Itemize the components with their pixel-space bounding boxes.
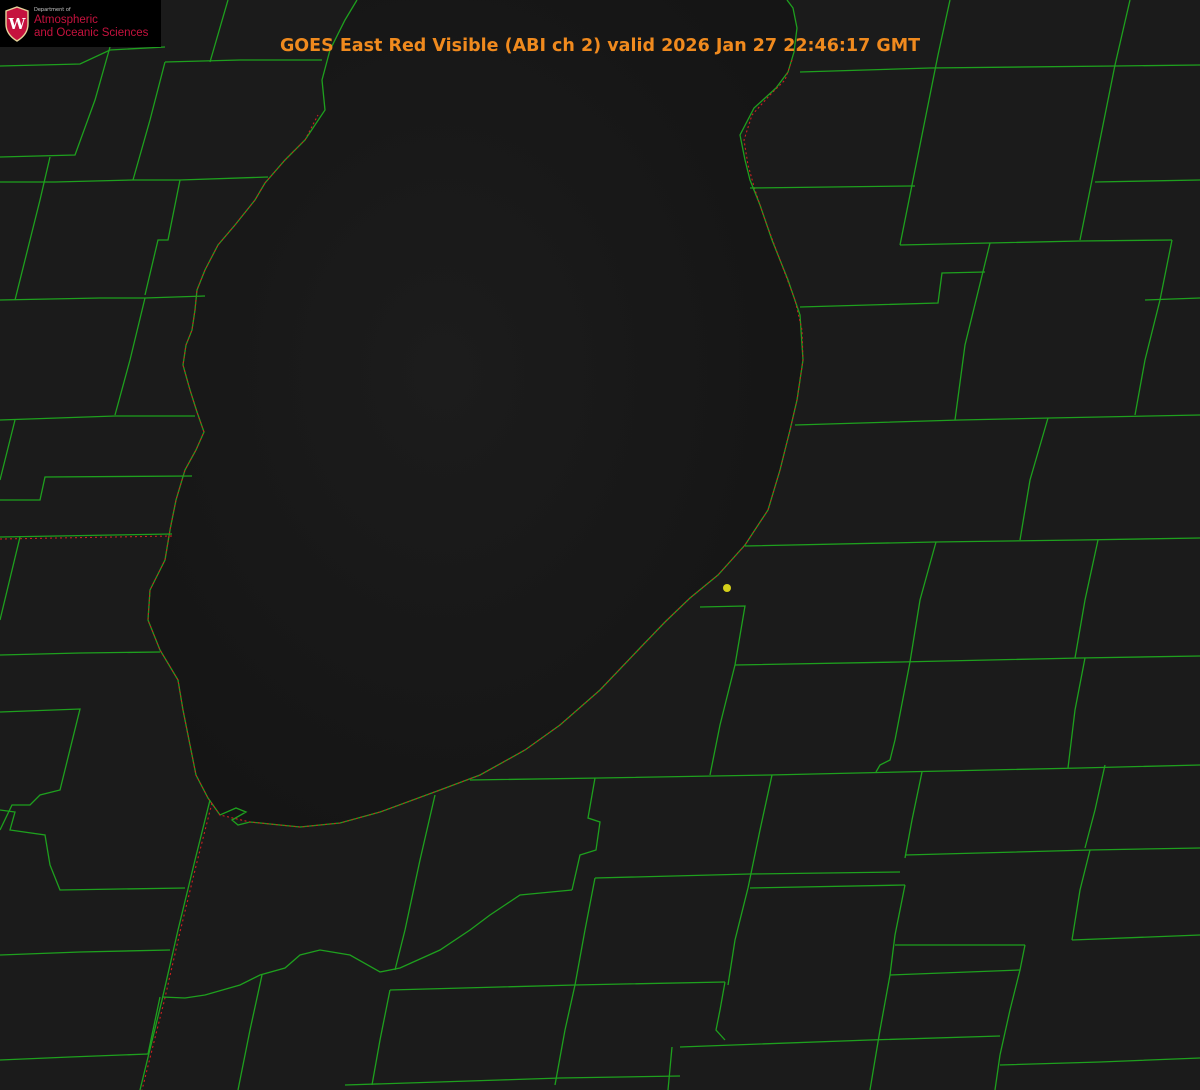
crest-letter: W: [8, 15, 27, 33]
logo-line-atmospheric: Atmospheric: [34, 13, 98, 26]
map-overlay: [0, 0, 1200, 1090]
satellite-map: W Department of Atmospheric and Oceanic …: [0, 0, 1200, 1090]
logo-department-line: Department of: [34, 6, 71, 13]
map-title: GOES East Red Visible (ABI ch 2) valid 2…: [279, 36, 921, 56]
station-marker-icon[interactable]: [723, 584, 731, 592]
logo-text: Department of Atmospheric and Oceanic Sc…: [34, 6, 148, 40]
